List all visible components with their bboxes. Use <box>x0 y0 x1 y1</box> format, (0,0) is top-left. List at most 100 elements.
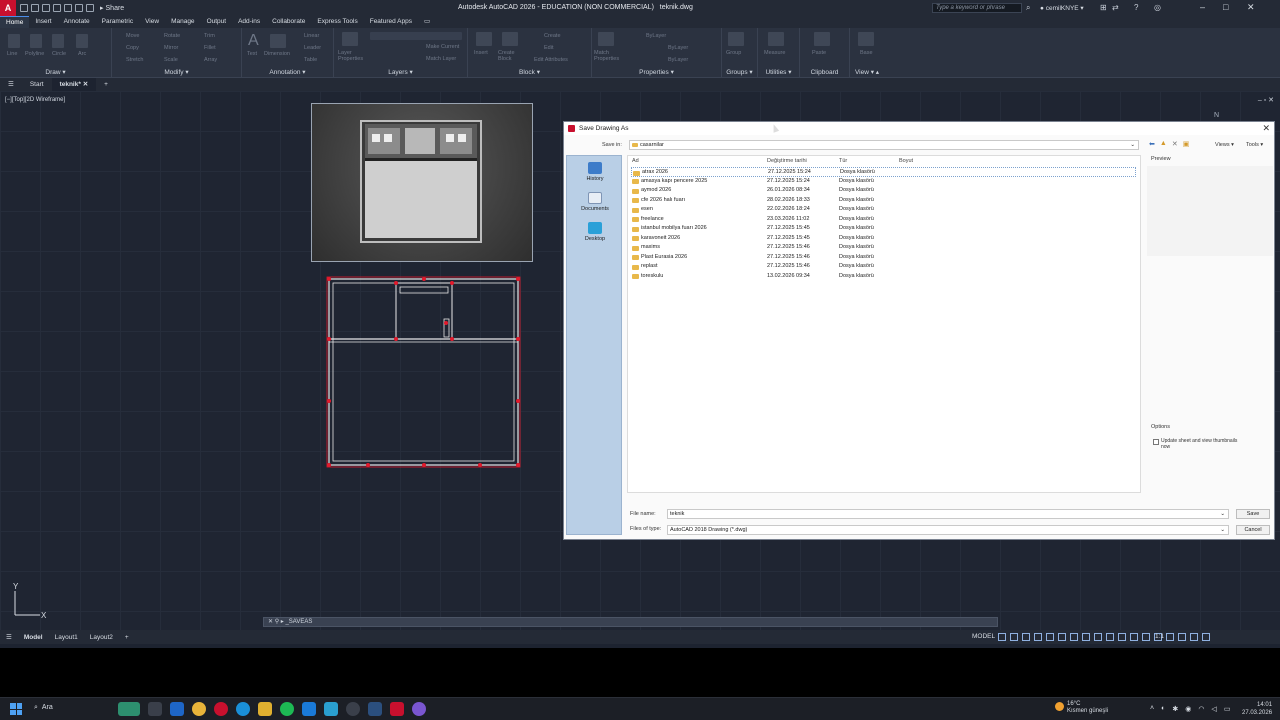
list-item[interactable]: replast 27.12.2025 15:46 Dosya klasörü <box>631 262 1136 272</box>
edge-icon[interactable] <box>236 702 250 716</box>
annotation-scale-icon[interactable] <box>1130 633 1138 641</box>
app-icon[interactable] <box>170 702 184 716</box>
save-button[interactable]: Save <box>1236 509 1270 519</box>
search-input[interactable]: Type a keyword or phrase <box>932 3 1022 13</box>
list-item[interactable]: amasya kapı pencere 2025 27.12.2025 15:24… <box>631 177 1136 187</box>
save-icon[interactable] <box>42 4 50 12</box>
list-item[interactable]: aymod 2026 26.01.2026 08:34 Dosya klasörü <box>631 186 1136 196</box>
weather-widget[interactable]: 16°C Kısmen güneşli <box>1055 701 1108 715</box>
tray-app-icon[interactable]: ◐ <box>1161 705 1165 713</box>
chrome-icon[interactable] <box>192 702 206 716</box>
gear-icon[interactable] <box>1142 633 1150 641</box>
save-in-select[interactable]: casarnilar ⌄ <box>629 140 1139 150</box>
model-space-toggle[interactable]: MODEL <box>972 633 995 640</box>
layout-tab-model[interactable]: Model <box>18 634 49 641</box>
volume-icon[interactable]: ◁ <box>1211 705 1216 713</box>
col-header-date[interactable]: Değiştirme tarihi <box>767 158 807 164</box>
doc-tab-start[interactable]: Start <box>22 78 52 91</box>
tab-collaborate[interactable]: Collaborate <box>266 16 311 28</box>
panel-properties-title[interactable]: Properties ▾ <box>592 68 721 76</box>
taskbar-clock[interactable]: 14:01 27.03.2026 <box>1242 701 1272 717</box>
tray-app2-icon[interactable]: ✱ <box>1172 705 1178 713</box>
list-item[interactable]: istanbul mobilya fuarı 2026 27.12.2025 15… <box>631 224 1136 234</box>
tab-output[interactable]: Output <box>201 16 233 28</box>
add-layout-icon[interactable]: + <box>119 634 135 641</box>
tools-menu[interactable]: Tools ▾ <box>1246 142 1263 148</box>
lineweight-icon[interactable] <box>1070 633 1078 641</box>
tab-featured-apps[interactable]: Featured Apps <box>364 16 418 28</box>
panel-utilities-title[interactable]: Utilities ▾ <box>758 68 799 76</box>
cart-icon[interactable]: ⊞ <box>1100 3 1107 12</box>
app-menu-icon[interactable]: ☰ <box>0 78 22 91</box>
panel-view-title[interactable]: View ▾ ▴ <box>850 68 884 76</box>
osnap-icon[interactable] <box>1046 633 1054 641</box>
maximize-icon[interactable]: □ <box>1223 2 1228 12</box>
list-item[interactable]: atrax 2026 27.12.2025 15:24 Dosya klasörü <box>631 167 1136 177</box>
otrack-icon[interactable] <box>1058 633 1066 641</box>
open-file-icon[interactable] <box>31 4 39 12</box>
widget-icon[interactable] <box>118 702 140 716</box>
panel-block-title[interactable]: Block ▾ <box>468 68 591 76</box>
tab-add-ins[interactable]: Add-ins <box>232 16 266 28</box>
close-icon[interactable]: ✕ <box>1247 2 1255 13</box>
file-list[interactable]: Ad Değiştirme tarihi Tür Boyut atrax 202… <box>627 155 1141 493</box>
annotation-visibility-icon[interactable] <box>1106 633 1114 641</box>
command-customize-icon[interactable]: ✕ ⚲ ▸ <box>268 619 284 625</box>
tray-app3-icon[interactable]: ◉ <box>1185 705 1191 713</box>
autoscale-icon[interactable] <box>1118 633 1126 641</box>
layout-menu-icon[interactable]: ☰ <box>0 633 18 641</box>
update-thumbnails-checkbox[interactable] <box>1153 439 1159 445</box>
dialog-title-bar[interactable]: Save Drawing As <box>564 122 1274 135</box>
file-type-select[interactable]: AutoCAD 2018 Drawing (*.dwg) ⌄ <box>667 525 1229 535</box>
wifi-icon[interactable]: ◠ <box>1198 705 1204 713</box>
panel-annotation-title[interactable]: Annotation ▾ <box>242 68 333 76</box>
cad-floorplan[interactable] <box>320 271 535 471</box>
panel-layers-title[interactable]: Layers ▾ <box>334 68 467 76</box>
views-menu[interactable]: Views ▾ <box>1215 142 1234 148</box>
transparency-icon[interactable] <box>1082 633 1090 641</box>
polar-icon[interactable] <box>1034 633 1042 641</box>
view-control-label[interactable]: [−][Top][2D Wireframe] <box>5 97 65 103</box>
ribbon-toggle-icon[interactable]: ▭ <box>418 16 436 28</box>
app-gray-icon[interactable] <box>346 702 360 716</box>
panel-clipboard-title[interactable]: Clipboard <box>800 69 849 76</box>
lineweight-bylayer-select[interactable]: ByLayer <box>668 45 688 51</box>
render-image[interactable] <box>311 103 533 262</box>
discord-icon[interactable] <box>412 702 426 716</box>
col-header-type[interactable]: Tür <box>839 158 847 164</box>
tab-insert[interactable]: Insert <box>29 16 57 28</box>
list-item[interactable]: karavoneit 2026 27.12.2025 15:45 Dosya kla… <box>631 234 1136 244</box>
list-item[interactable]: toreskulu 13.02.2026 09:34 Dosya klasörü <box>631 272 1136 282</box>
new-file-icon[interactable] <box>20 4 28 12</box>
file-name-input[interactable]: teknik ⌄ <box>667 509 1229 519</box>
windows-start-icon[interactable] <box>10 703 22 715</box>
annotation-scale-value[interactable]: 1:1 <box>1155 633 1164 640</box>
layout-tab-layout2[interactable]: Layout2 <box>84 634 119 641</box>
tab-close-icon[interactable]: ✕ <box>83 81 88 88</box>
exchange-icon[interactable]: ⇄ <box>1112 3 1119 12</box>
up-folder-icon[interactable]: ▲ <box>1160 140 1167 148</box>
doc-tab-teknik[interactable]: teknik* ✕ <box>51 78 97 91</box>
linetype-bylayer-select[interactable]: ByLayer <box>668 57 688 63</box>
tab-express-tools[interactable]: Express Tools <box>311 16 363 28</box>
back-icon[interactable]: ⬅ <box>1149 140 1155 148</box>
minimize-icon[interactable]: – <box>1200 2 1205 12</box>
globe-icon[interactable]: ◎ <box>1154 3 1161 12</box>
col-header-size[interactable]: Boyut <box>899 158 913 164</box>
grid-icon[interactable] <box>998 633 1006 641</box>
layout-tab-layout1[interactable]: Layout1 <box>49 634 84 641</box>
autocad-taskbar-icon[interactable] <box>390 702 404 716</box>
place-desktop[interactable]: Desktop <box>567 222 623 242</box>
isolate-icon[interactable] <box>1166 633 1174 641</box>
store-icon[interactable] <box>302 702 316 716</box>
hardware-acceleration-icon[interactable] <box>1178 633 1186 641</box>
tab-manage[interactable]: Manage <box>165 16 201 28</box>
color-bylayer-select[interactable]: ByLayer <box>646 33 666 39</box>
delete-icon[interactable]: ✕ <box>1172 140 1178 148</box>
user-account[interactable]: ● cemilKNYE ▾ <box>1040 4 1084 12</box>
new-tab-icon[interactable]: + <box>96 78 116 91</box>
place-documents[interactable]: Documents <box>567 192 623 212</box>
taskbar-search[interactable]: ⌕ Ara <box>34 704 53 712</box>
ortho-icon[interactable] <box>1022 633 1030 641</box>
dialog-close-icon[interactable]: ✕ <box>1262 123 1270 134</box>
